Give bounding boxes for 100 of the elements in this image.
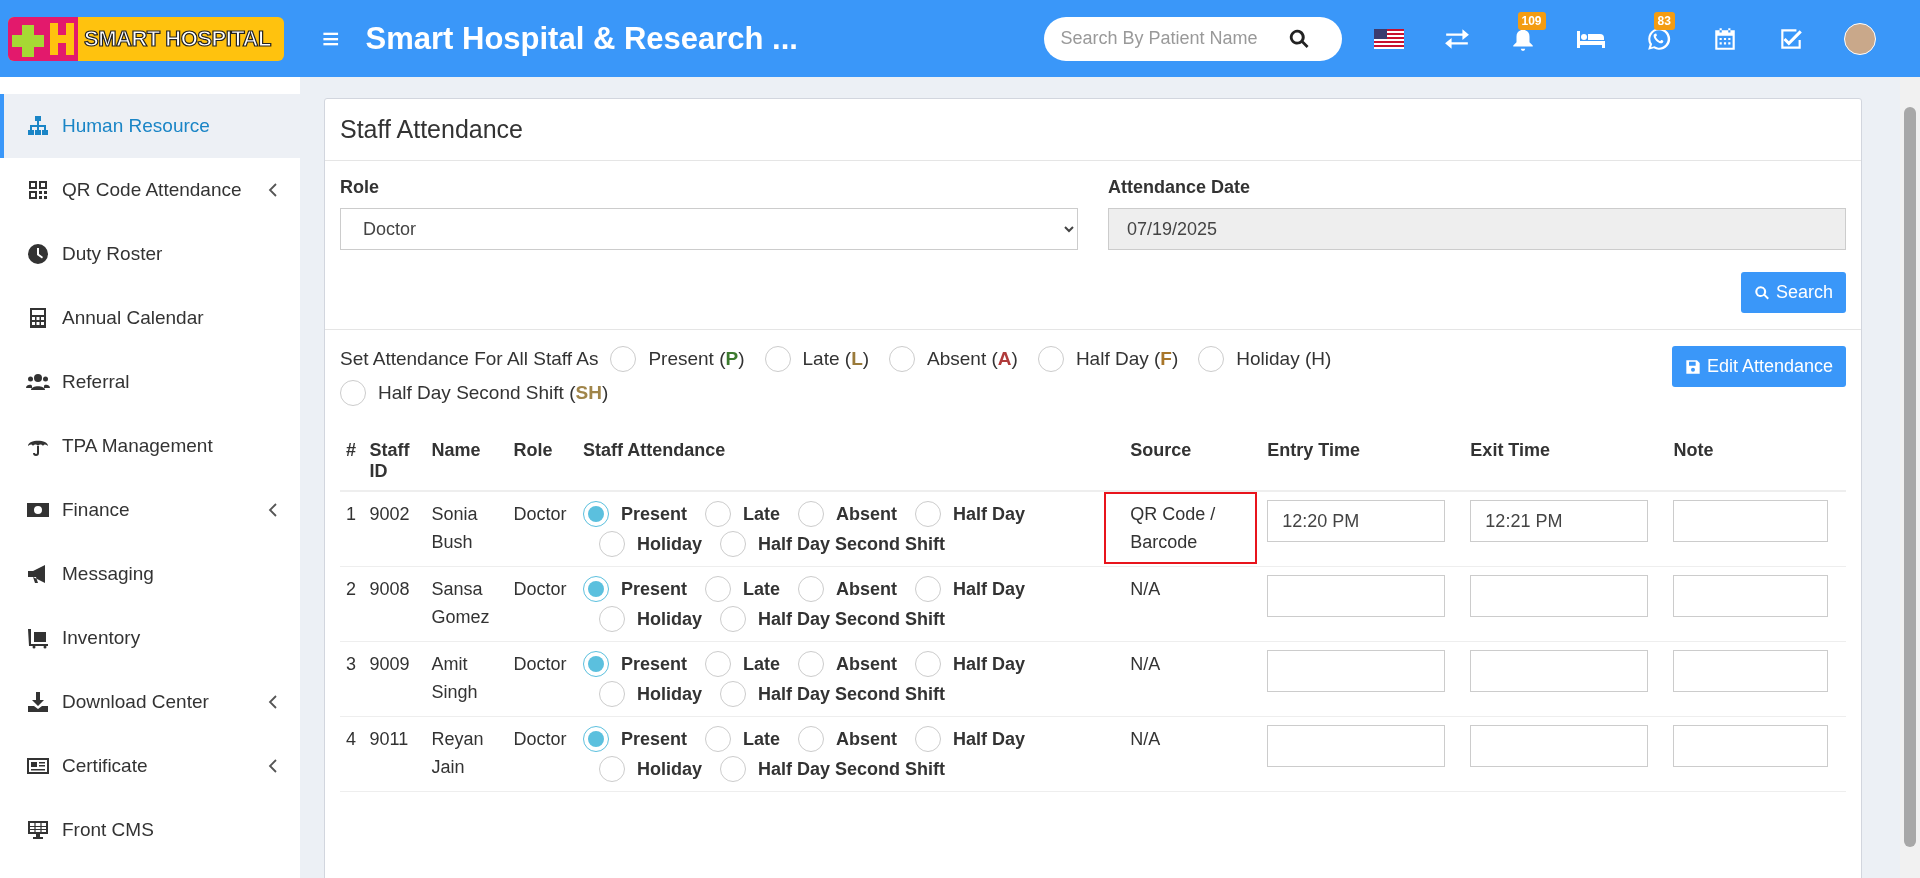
option-label: Half Day Second Shift bbox=[758, 758, 946, 781]
radio-button[interactable] bbox=[915, 651, 942, 677]
radio-button[interactable] bbox=[720, 606, 747, 632]
field-label: Role bbox=[340, 177, 380, 198]
sidebar-item[interactable]: Duty Roster bbox=[0, 222, 300, 286]
option-label: Late (L) bbox=[802, 348, 870, 370]
radio-button[interactable] bbox=[705, 501, 732, 527]
radio-button[interactable] bbox=[599, 531, 625, 557]
note-field[interactable] bbox=[1673, 575, 1829, 617]
exit-time-field[interactable] bbox=[1470, 650, 1649, 692]
radio-button[interactable] bbox=[583, 501, 609, 527]
radio-button[interactable] bbox=[1037, 346, 1064, 372]
option-label: Absent bbox=[836, 578, 898, 601]
column-header: Note bbox=[1673, 440, 1714, 460]
sidebar-item[interactable]: QR Code Attendance bbox=[0, 158, 300, 222]
staff-id: 9008 bbox=[369, 579, 410, 599]
entry-time-field[interactable] bbox=[1267, 575, 1446, 617]
role-select[interactable]: Doctor bbox=[340, 208, 1078, 250]
option-label: Late bbox=[743, 653, 781, 676]
date-field[interactable]: 07/19/2025 bbox=[1108, 208, 1846, 250]
option-label: Holiday (H) bbox=[1236, 348, 1332, 370]
option-label: Present (P) bbox=[648, 348, 745, 370]
radio-button[interactable] bbox=[705, 576, 732, 602]
sidebar-item[interactable]: TPA Management bbox=[0, 414, 300, 478]
radio-button[interactable] bbox=[798, 651, 825, 677]
staff-id: 9002 bbox=[369, 504, 410, 524]
search-icon[interactable] bbox=[1287, 27, 1310, 50]
sidebar-item[interactable]: Human Resource bbox=[0, 94, 300, 158]
radio-button[interactable] bbox=[889, 346, 916, 372]
row-number: 4 bbox=[346, 729, 356, 749]
radio-button[interactable] bbox=[610, 346, 637, 372]
radio-button[interactable] bbox=[705, 726, 732, 752]
radio-button[interactable] bbox=[915, 726, 942, 752]
avatar[interactable] bbox=[1843, 22, 1876, 55]
entry-time-field[interactable] bbox=[1267, 650, 1446, 692]
radio-button[interactable] bbox=[583, 726, 609, 752]
column-header: Exit Time bbox=[1470, 440, 1551, 460]
search-box[interactable]: Search By Patient Name bbox=[1043, 16, 1342, 61]
radio-button[interactable] bbox=[340, 380, 366, 406]
option-label: Present bbox=[621, 503, 688, 526]
exit-time-field[interactable]: 12:21 PM bbox=[1470, 500, 1649, 542]
option-label: Absent bbox=[836, 728, 898, 751]
sitemap-icon bbox=[26, 114, 50, 138]
radio-button[interactable] bbox=[583, 651, 609, 677]
column-header: Staff ID bbox=[369, 440, 410, 481]
sidebar-item[interactable]: Download Center bbox=[0, 670, 300, 734]
entry-time-field[interactable]: 12:20 PM bbox=[1267, 500, 1446, 542]
radio-button[interactable] bbox=[720, 681, 747, 707]
option-label: Absent bbox=[836, 653, 898, 676]
exit-time-field[interactable] bbox=[1470, 575, 1649, 617]
option-label: Late bbox=[743, 578, 781, 601]
radio-button[interactable] bbox=[599, 681, 625, 707]
option-label: Half Day Second Shift (SH) bbox=[378, 382, 609, 404]
column-header: Staff Attendance bbox=[583, 440, 726, 460]
scrollbar-thumb[interactable] bbox=[1904, 107, 1916, 847]
source-text: N/A bbox=[1129, 653, 1162, 676]
logo-text: SMART HOSPITAL bbox=[83, 25, 271, 52]
option-label: Holiday bbox=[637, 533, 703, 556]
sidebar-item[interactable]: Messaging bbox=[0, 542, 300, 606]
radio-button[interactable] bbox=[798, 726, 825, 752]
radio-button[interactable] bbox=[915, 576, 942, 602]
option-label: Absent (A) bbox=[927, 348, 1018, 370]
chevron-icon[interactable] bbox=[268, 183, 278, 197]
exit-time-field[interactable] bbox=[1470, 725, 1649, 767]
note-field[interactable] bbox=[1673, 725, 1829, 767]
sidebar-item[interactable]: Inventory bbox=[0, 606, 300, 670]
radio-button[interactable] bbox=[720, 756, 747, 782]
source-text: N/A bbox=[1129, 578, 1162, 601]
chevron-icon[interactable] bbox=[268, 503, 278, 517]
sidebar-item[interactable]: Certificate bbox=[0, 734, 300, 798]
message-badge: 83 bbox=[1653, 11, 1675, 30]
flag-icon[interactable] bbox=[1373, 28, 1404, 49]
sidebar-item[interactable]: Finance bbox=[0, 478, 300, 542]
radio-button[interactable] bbox=[720, 531, 747, 557]
radio-button[interactable] bbox=[583, 576, 609, 602]
source-text: N/A bbox=[1129, 728, 1162, 751]
radio-button[interactable] bbox=[1198, 346, 1225, 372]
radio-button[interactable] bbox=[798, 501, 825, 527]
chevron-icon[interactable] bbox=[268, 759, 278, 773]
note-field[interactable] bbox=[1673, 650, 1829, 692]
radio-button[interactable] bbox=[798, 576, 825, 602]
field-label: Attendance Date bbox=[1108, 177, 1252, 198]
sidebar-item[interactable]: Front CMS bbox=[0, 798, 300, 862]
radio-button[interactable] bbox=[764, 346, 791, 372]
staff-role: Doctor bbox=[513, 654, 567, 674]
sidebar-item[interactable]: Referral bbox=[0, 350, 300, 414]
option-label: Half Day (F) bbox=[1075, 348, 1179, 370]
radio-button[interactable] bbox=[599, 606, 625, 632]
option-label: Present bbox=[621, 578, 688, 601]
chevron-icon[interactable] bbox=[268, 695, 278, 709]
option-label: Half Day bbox=[953, 728, 1026, 751]
radio-button[interactable] bbox=[705, 651, 732, 677]
sidebar-item[interactable]: Annual Calendar bbox=[0, 286, 300, 350]
entry-time-field[interactable] bbox=[1267, 725, 1446, 767]
radio-button[interactable] bbox=[599, 756, 625, 782]
option-label: Half Day bbox=[953, 503, 1026, 526]
radio-button[interactable] bbox=[915, 501, 942, 527]
note-field[interactable] bbox=[1673, 500, 1829, 542]
option-label: Present bbox=[621, 653, 688, 676]
download-icon bbox=[26, 690, 50, 714]
